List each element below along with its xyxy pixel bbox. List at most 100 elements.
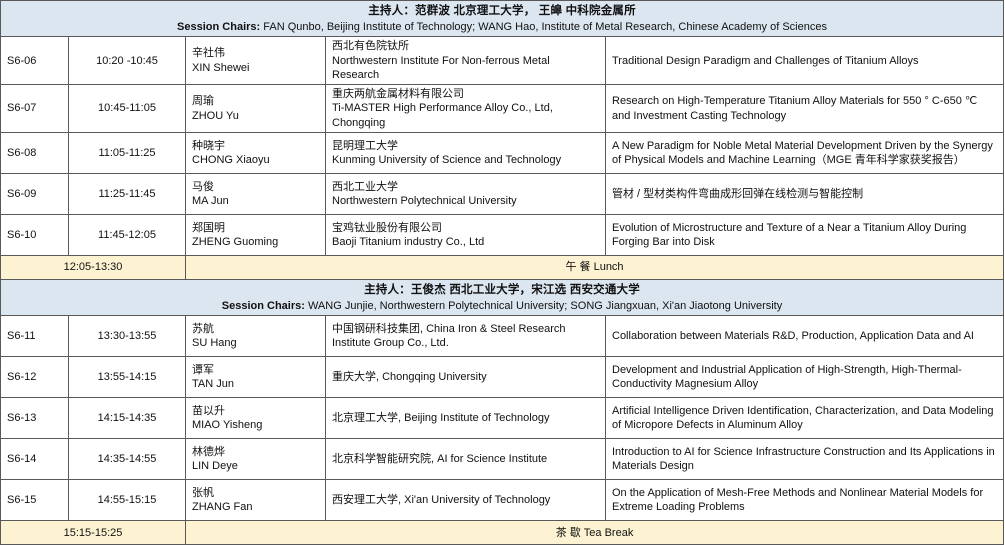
session-chair-row: 主持人：王俊杰 西北工业大学，宋江选 西安交通大学 Session Chairs:… <box>1 280 1004 316</box>
speaker-name-zh: 马俊 <box>192 180 319 194</box>
speaker-name-zh: 谭军 <box>192 363 319 377</box>
session-chair-cell: 主持人：王俊杰 西北工业大学，宋江选 西安交通大学 Session Chairs:… <box>1 280 1004 316</box>
session-id-cell: S6-14 <box>1 439 69 480</box>
conference-session-schedule: 主持人：范群波 北京理工大学， 王皞 中科院金属所Session Chairs:… <box>0 0 1003 545</box>
affiliation-cell: 重庆大学, Chongqing University <box>326 357 606 398</box>
affiliation-line: 宝鸡钛业股份有限公司 <box>332 221 599 235</box>
break-time-cell: 12:05-13:30 <box>1 256 186 280</box>
speaker-name-en: CHONG Xiaoyu <box>192 153 319 167</box>
speaker-name-en: TAN Jun <box>192 377 319 391</box>
speaker-name-en: ZHENG Guoming <box>192 235 319 249</box>
program-table: 主持人：范群波 北京理工大学， 王皞 中科院金属所Session Chairs:… <box>0 0 1004 545</box>
talk-row: S6-0811:05-11:25种晓宇CHONG Xiaoyu昆明理工大学Kun… <box>1 133 1004 174</box>
speaker-cell: 张帆ZHANG Fan <box>186 480 326 521</box>
speaker-cell: 辛社伟XIN Shewei <box>186 37 326 85</box>
speaker-name-en: SU Hang <box>192 336 319 350</box>
talk-row: S6-1314:15-14:35苗以升MIAO Yisheng 北京理工大学, B… <box>1 398 1004 439</box>
talk-title-cell: Traditional Design Paradigm and Challeng… <box>606 37 1004 85</box>
talk-row: S6-1414:35-14:55 林德烨LIN Deye 北京科学智能研究院, AI… <box>1 439 1004 480</box>
affiliation-cell: 昆明理工大学Kunming University of Science and … <box>326 133 606 174</box>
chair-en-label: Session Chairs: <box>222 300 305 312</box>
affiliation-line: 中国钢研科技集团, China Iron & Steel Research In… <box>332 322 599 351</box>
talk-title-cell: A New Paradigm for Noble Metal Material … <box>606 133 1004 174</box>
session-id-cell: S6-10 <box>1 215 69 256</box>
chair-en-label: Session Chairs: <box>177 21 260 33</box>
talk-title-cell: Collaboration between Materials R&D, Pro… <box>606 316 1004 357</box>
affiliation-cell: 西北有色院钛所Northwestern Institute For Non-fe… <box>326 37 606 85</box>
break-label-cell: 午 餐 Lunch <box>186 256 1004 280</box>
speaker-name-en: XIN Shewei <box>192 61 319 75</box>
session-id-cell: S6-11 <box>1 316 69 357</box>
speaker-name-zh: 苏航 <box>192 322 319 336</box>
speaker-cell: 苏航SU Hang <box>186 316 326 357</box>
session-id-cell: S6-06 <box>1 37 69 85</box>
talk-row: S6-1011:45-12:05郑国明ZHENG Guoming宝鸡钛业股份有限… <box>1 215 1004 256</box>
speaker-cell: 苗以升MIAO Yisheng <box>186 398 326 439</box>
speaker-cell: 种晓宇CHONG Xiaoyu <box>186 133 326 174</box>
chair-line-en: Session Chairs: FAN Qunbo, Beijing Insti… <box>5 20 999 34</box>
affiliation-cell: 西安理工大学, Xi'an University of Technology <box>326 480 606 521</box>
speaker-cell: 马俊MA Jun <box>186 174 326 215</box>
time-cell: 14:15-14:35 <box>69 398 186 439</box>
talk-title-cell: 管材 / 型材类构件弯曲成形回弹在线检测与智能控制 <box>606 174 1004 215</box>
speaker-name-zh: 种晓宇 <box>192 139 319 153</box>
talk-row: S6-1514:55-15:15张帆ZHANG Fan西安理工大学, Xi'an… <box>1 480 1004 521</box>
affiliation-line: 西北工业大学 <box>332 180 599 194</box>
speaker-name-zh: 苗以升 <box>192 404 319 418</box>
session-id-cell: S6-08 <box>1 133 69 174</box>
speaker-name-zh: 张帆 <box>192 486 319 500</box>
affiliation-line: 西安理工大学, Xi'an University of Technology <box>332 493 599 507</box>
affiliation-line: 昆明理工大学 <box>332 139 599 153</box>
time-cell: 10:20 -10:45 <box>69 37 186 85</box>
talk-row: S6-1113:30-13:55苏航SU Hang中国钢研科技集团, China… <box>1 316 1004 357</box>
talk-row: S6-0710:45-11:05周瑜ZHOU Yu重庆两航金属材料有限公司Ti-… <box>1 85 1004 133</box>
break-row: 15:15-15:25茶 歇 Tea Break <box>1 521 1004 545</box>
speaker-name-zh: 周瑜 <box>192 94 319 108</box>
time-cell: 14:35-14:55 <box>69 439 186 480</box>
chair-en-names: FAN Qunbo, Beijing Institute of Technolo… <box>260 21 827 33</box>
talk-title-cell: Research on High-Temperature Titanium Al… <box>606 85 1004 133</box>
speaker-name-en: LIN Deye <box>192 459 319 473</box>
session-id-cell: S6-07 <box>1 85 69 133</box>
time-cell: 11:05-11:25 <box>69 133 186 174</box>
talk-title-cell: On the Application of Mesh-Free Methods … <box>606 480 1004 521</box>
talk-title-cell: Evolution of Microstructure and Texture … <box>606 215 1004 256</box>
speaker-name-en: ZHANG Fan <box>192 500 319 514</box>
chair-en-names: WANG Junjie, Northwestern Polytechnical … <box>305 300 782 312</box>
talk-title-cell: Introduction to AI for Science Infrastru… <box>606 439 1004 480</box>
speaker-cell: 周瑜ZHOU Yu <box>186 85 326 133</box>
affiliation-line: 重庆大学, Chongqing University <box>332 370 599 384</box>
affiliation-cell: 宝鸡钛业股份有限公司Baoji Titanium industry Co., L… <box>326 215 606 256</box>
time-cell: 13:55-14:15 <box>69 357 186 398</box>
affiliation-line: 北京科学智能研究院, AI for Science Institute <box>332 452 599 466</box>
affiliation-cell: 北京理工大学, Beijing Institute of Technology <box>326 398 606 439</box>
time-cell: 13:30-13:55 <box>69 316 186 357</box>
session-chair-row: 主持人：范群波 北京理工大学， 王皞 中科院金属所Session Chairs:… <box>1 1 1004 37</box>
affiliation-line: 西北有色院钛所 <box>332 39 599 53</box>
affiliation-line: Northwestern Institute For Non-ferrous M… <box>332 54 599 83</box>
affiliation-cell: 西北工业大学Northwestern Polytechnical Univers… <box>326 174 606 215</box>
break-row: 12:05-13:30午 餐 Lunch <box>1 256 1004 280</box>
break-time-cell: 15:15-15:25 <box>1 521 186 545</box>
affiliation-line: 北京理工大学, Beijing Institute of Technology <box>332 411 599 425</box>
session-id-cell: S6-12 <box>1 357 69 398</box>
talk-title-cell: Artificial Intelligence Driven Identific… <box>606 398 1004 439</box>
speaker-name-zh: 林德烨 <box>192 445 319 459</box>
time-cell: 11:25-11:45 <box>69 174 186 215</box>
time-cell: 11:45-12:05 <box>69 215 186 256</box>
talk-row: S6-0911:25-11:45马俊MA Jun西北工业大学Northweste… <box>1 174 1004 215</box>
speaker-name-zh: 辛社伟 <box>192 46 319 60</box>
break-label-cell: 茶 歇 Tea Break <box>186 521 1004 545</box>
affiliation-line: Kunming University of Science and Techno… <box>332 153 599 167</box>
time-cell: 14:55-15:15 <box>69 480 186 521</box>
affiliation-cell: 重庆两航金属材料有限公司Ti-MASTER High Performance A… <box>326 85 606 133</box>
session-id-cell: S6-15 <box>1 480 69 521</box>
speaker-cell: 郑国明ZHENG Guoming <box>186 215 326 256</box>
affiliation-cell: 中国钢研科技集团, China Iron & Steel Research In… <box>326 316 606 357</box>
speaker-name-zh: 郑国明 <box>192 221 319 235</box>
speaker-name-en: MA Jun <box>192 194 319 208</box>
session-id-cell: S6-13 <box>1 398 69 439</box>
chair-line-zh: 主持人：王俊杰 西北工业大学，宋江选 西安交通大学 <box>5 283 999 298</box>
affiliation-cell: 北京科学智能研究院, AI for Science Institute <box>326 439 606 480</box>
affiliation-line: Baoji Titanium industry Co., Ltd <box>332 235 599 249</box>
